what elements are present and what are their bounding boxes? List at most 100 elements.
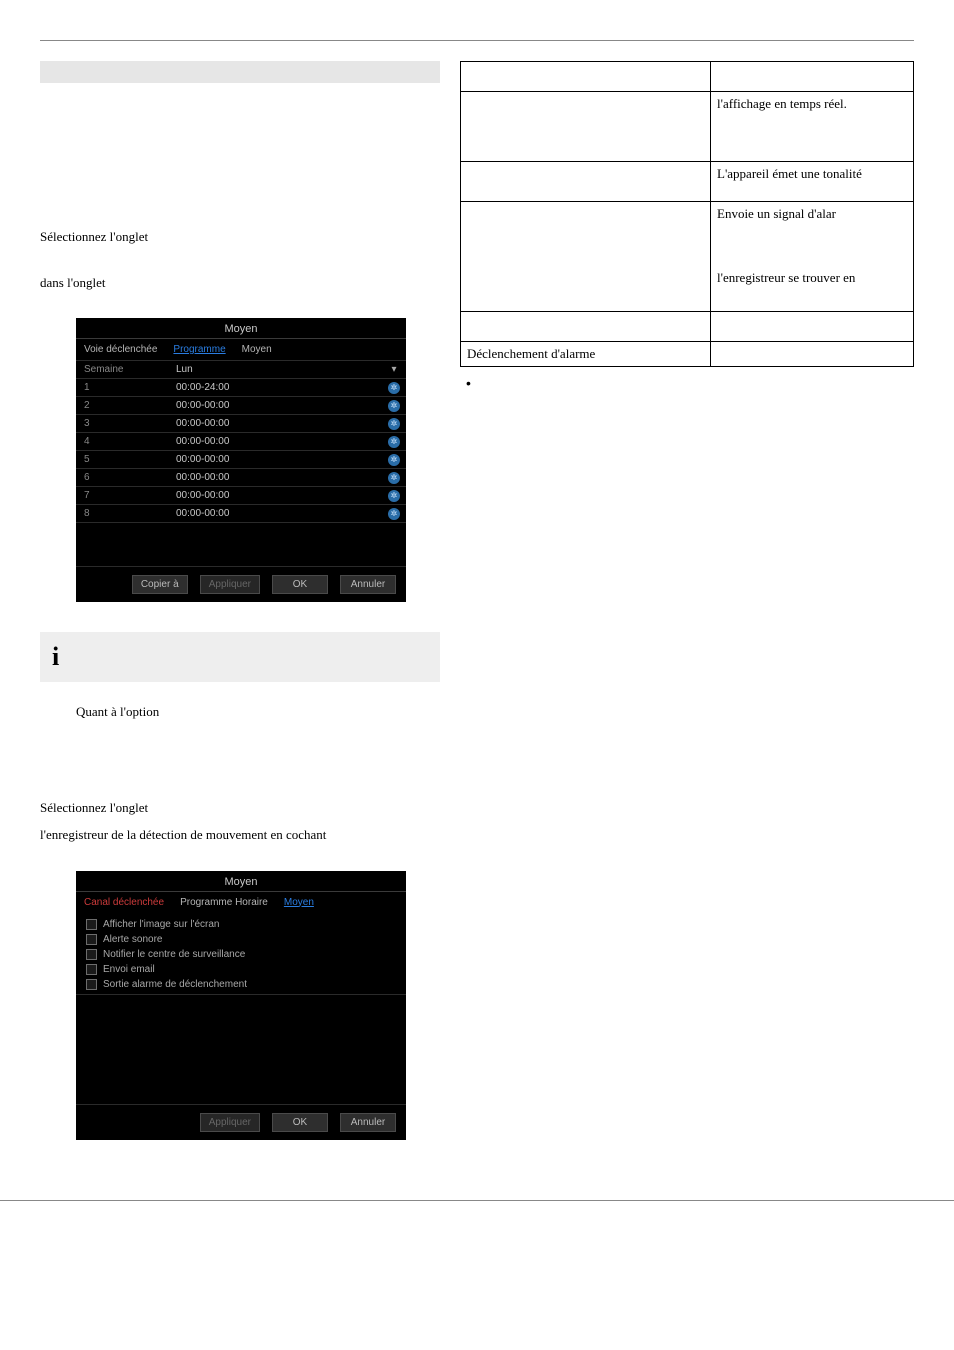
ui-method-dialog: Moyen Canal déclenchée Programme Horaire… [76, 871, 406, 1140]
tab-schedule-2[interactable]: Programme Horaire [172, 892, 276, 913]
row-time[interactable]: 00:00-00:00 [176, 490, 382, 501]
row-settings[interactable]: ✲ [382, 454, 406, 466]
copy-button[interactable]: Copier à [132, 575, 188, 594]
row-settings[interactable]: ✲ [382, 400, 406, 412]
row-number: 2 [76, 400, 176, 411]
cell-alarm-signal-text: Envoie un signal d'alar [717, 206, 836, 221]
row-number: 5 [76, 454, 176, 465]
dialog-title-2: Moyen [76, 871, 406, 891]
cell-trigger-alarm: Déclenchement d'alarme [461, 342, 711, 367]
checkbox-alarm-output[interactable]: Sortie alarme de déclenchement [86, 977, 396, 992]
select-tab-2-text: Sélectionnez l'onglet [40, 798, 440, 818]
blank-space [40, 97, 440, 227]
row-settings[interactable]: ✲ [382, 436, 406, 448]
checkbox-notify-center[interactable]: Notifier le centre de surveillance [86, 947, 396, 962]
day-dropdown-icon[interactable]: ▾ [382, 364, 406, 375]
row-number: 1 [76, 382, 176, 393]
dialog-spacer-2 [76, 994, 406, 1104]
dialog-button-row: Copier à Appliquer OK Annuler [76, 566, 406, 602]
apply-button-2[interactable]: Appliquer [200, 1113, 260, 1132]
linkage-table: l'affichage en temps réel. L'appareil ém… [460, 61, 914, 367]
info-box: i [40, 632, 440, 682]
apply-button[interactable]: Appliquer [200, 575, 260, 594]
row-number: 6 [76, 472, 176, 483]
schedule-rows: 100:00-24:00✲200:00-00:00✲300:00-00:00✲4… [76, 378, 406, 522]
checkbox-icon [86, 979, 97, 990]
row-time[interactable]: 00:00-00:00 [176, 418, 382, 429]
when-option-text: Quant à l'option [40, 702, 440, 722]
row-number: 3 [76, 418, 176, 429]
table-header-row: Semaine Lun ▾ [76, 360, 406, 378]
row-number: 8 [76, 508, 176, 519]
checkbox-icon [86, 964, 97, 975]
gear-icon: ✲ [388, 436, 400, 448]
checkbox-icon [86, 949, 97, 960]
gear-icon: ✲ [388, 418, 400, 430]
tab-channel-2[interactable]: Canal déclenchée [76, 892, 172, 913]
row-settings[interactable]: ✲ [382, 490, 406, 502]
table-row: Déclenchement d'alarme [461, 342, 914, 367]
header-week: Semaine [76, 364, 176, 375]
in-tab-text: dans l'onglet [40, 273, 440, 293]
table-row: 700:00-00:00 ✲ [76, 486, 406, 504]
row-time[interactable]: 00:00-24:00 [176, 382, 382, 393]
gear-icon: ✲ [388, 382, 400, 394]
row-number: 7 [76, 490, 176, 501]
top-rule [40, 40, 914, 41]
row-time[interactable]: 00:00-00:00 [176, 454, 382, 465]
row-time[interactable]: 00:00-00:00 [176, 400, 382, 411]
cell-realtime: l'affichage en temps réel. [711, 92, 914, 162]
tab-channel[interactable]: Voie déclenchée [76, 339, 165, 360]
row-settings[interactable]: ✲ [382, 508, 406, 520]
row-settings[interactable]: ✲ [382, 472, 406, 484]
checkbox-list: Afficher l'image sur l'écran Alerte sono… [76, 913, 406, 994]
ok-button-2[interactable]: OK [272, 1113, 328, 1132]
row-number: 4 [76, 436, 176, 447]
gear-icon: ✲ [388, 454, 400, 466]
checkbox-sound-alert[interactable]: Alerte sonore [86, 932, 396, 947]
header-day: Lun [176, 364, 382, 375]
checkbox-label: Envoi email [103, 964, 155, 975]
table-row [461, 312, 914, 342]
tab-schedule[interactable]: Programme [165, 339, 233, 360]
cancel-button-2[interactable]: Annuler [340, 1113, 396, 1132]
gray-heading-bar [40, 61, 440, 83]
cancel-button[interactable]: Annuler [340, 575, 396, 594]
two-column-layout: Sélectionnez l'onglet dans l'onglet Moye… [40, 61, 914, 1170]
row-settings[interactable]: ✲ [382, 382, 406, 394]
tab-method[interactable]: Moyen [234, 339, 280, 360]
gear-icon: ✲ [388, 400, 400, 412]
table-row: l'affichage en temps réel. [461, 92, 914, 162]
table-row: 300:00-00:00 ✲ [76, 414, 406, 432]
checkbox-label: Notifier le centre de surveillance [103, 949, 245, 960]
checkbox-send-email[interactable]: Envoi email [86, 962, 396, 977]
dialog-spacer [76, 522, 406, 566]
row-time[interactable]: 00:00-00:00 [176, 472, 382, 483]
table-row: 600:00-00:00 ✲ [76, 468, 406, 486]
checkbox-show-image[interactable]: Afficher l'image sur l'écran [86, 917, 396, 932]
gear-icon: ✲ [388, 472, 400, 484]
row-time[interactable]: 00:00-00:00 [176, 436, 382, 447]
bullet-point: • [460, 367, 914, 391]
cell-tonality: L'appareil émet une tonalité [711, 162, 914, 202]
row-settings[interactable]: ✲ [382, 418, 406, 430]
select-tab-1-text: Sélectionnez l'onglet [40, 227, 440, 247]
checkbox-label: Alerte sonore [103, 934, 162, 945]
checkbox-label: Sortie alarme de déclenchement [103, 979, 247, 990]
checkbox-icon [86, 919, 97, 930]
ok-button[interactable]: OK [272, 575, 328, 594]
dialog-button-row-2: Appliquer OK Annuler [76, 1104, 406, 1140]
dialog-title: Moyen [76, 318, 406, 338]
gear-icon: ✲ [388, 508, 400, 520]
gear-icon: ✲ [388, 490, 400, 502]
cell-alarm-signal: Envoie un signal d'alar l'enregistreur s… [711, 202, 914, 312]
tab-method-2[interactable]: Moyen [276, 892, 322, 913]
table-row: 400:00-00:00 ✲ [76, 432, 406, 450]
info-icon: i [52, 642, 59, 671]
row-time[interactable]: 00:00-00:00 [176, 508, 382, 519]
left-column: Sélectionnez l'onglet dans l'onglet Moye… [40, 61, 440, 1170]
tabs-row-2: Canal déclenchée Programme Horaire Moyen [76, 891, 406, 913]
table-row [461, 62, 914, 92]
right-column: l'affichage en temps réel. L'appareil ém… [460, 61, 914, 1170]
table-row: 800:00-00:00 ✲ [76, 504, 406, 522]
